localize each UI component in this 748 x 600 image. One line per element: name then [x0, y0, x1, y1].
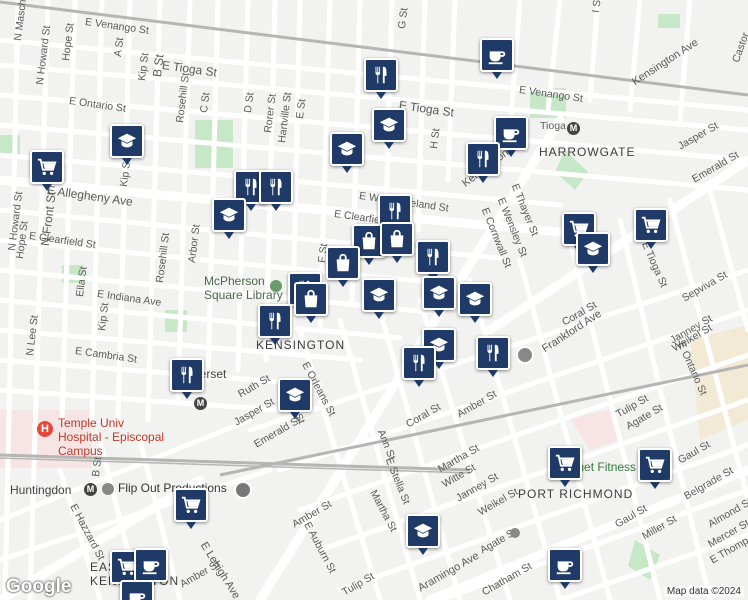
street-label: C St: [198, 91, 213, 114]
school-marker[interactable]: [278, 378, 312, 419]
cafe-marker[interactable]: [548, 548, 582, 589]
cafe-icon: [126, 586, 148, 600]
school-icon: [218, 204, 240, 226]
shopping-bag-marker[interactable]: [294, 282, 328, 323]
restaurant-marker[interactable]: [416, 240, 450, 281]
school-icon: [336, 138, 358, 160]
shopping-bag-icon: [358, 230, 380, 252]
school-icon: [378, 114, 400, 136]
restaurant-marker[interactable]: [258, 304, 292, 345]
park-area: [165, 310, 187, 332]
restaurant-marker[interactable]: [402, 346, 436, 387]
restaurant-icon: [176, 364, 198, 386]
shopping-bag-icon: [332, 252, 354, 274]
grocery-cart-marker[interactable]: [174, 488, 208, 529]
school-marker[interactable]: [576, 232, 610, 273]
restaurant-icon: [422, 246, 444, 268]
school-marker[interactable]: [110, 124, 144, 165]
grocery-cart-marker[interactable]: [548, 446, 582, 487]
grocery-cart-icon: [36, 156, 58, 178]
map-attribution: Map data ©2024: [663, 586, 744, 597]
library-icon[interactable]: [270, 280, 282, 292]
street-label: D St: [242, 91, 257, 114]
hospital-label[interactable]: Temple Univ Hospital - Episcopal Campus: [58, 416, 170, 458]
restaurant-marker[interactable]: [466, 142, 500, 183]
school-icon: [464, 288, 486, 310]
school-marker[interactable]: [406, 514, 440, 555]
place-icon[interactable]: [516, 346, 534, 364]
shopping-bag-marker[interactable]: [380, 222, 414, 263]
school-marker[interactable]: [422, 276, 456, 317]
street-label: E St: [294, 98, 309, 120]
cafe-icon: [554, 554, 576, 576]
cafe-marker[interactable]: [134, 548, 168, 589]
neighborhood-label: HARROWGATE: [539, 145, 636, 159]
shopping-bag-icon: [386, 228, 408, 250]
cafe-marker[interactable]: [120, 580, 154, 600]
street-label: I St: [590, 0, 604, 14]
school-icon: [428, 282, 450, 304]
school-icon: [368, 284, 390, 306]
grocery-cart-marker[interactable]: [30, 150, 64, 191]
restaurant-icon: [370, 64, 392, 86]
restaurant-icon: [265, 176, 287, 198]
street-label: A St: [112, 36, 127, 58]
school-marker[interactable]: [362, 278, 396, 319]
shopping-bag-icon: [300, 288, 322, 310]
school-icon: [284, 384, 306, 406]
grocery-cart-icon: [180, 494, 202, 516]
cafe-marker[interactable]: [480, 38, 514, 79]
school-icon: [116, 130, 138, 152]
school-marker[interactable]: [330, 132, 364, 173]
map-canvas[interactable]: E Venango St E Venango St E Tioga St E T…: [0, 0, 748, 600]
subway-station-icon[interactable]: M: [567, 122, 580, 135]
street-label: Tioga: [540, 120, 566, 132]
grocery-cart-icon: [554, 452, 576, 474]
restaurant-marker[interactable]: [476, 336, 510, 377]
school-marker[interactable]: [372, 108, 406, 149]
cafe-icon: [140, 554, 162, 576]
park-area: [658, 14, 680, 28]
restaurant-icon: [408, 352, 430, 374]
street-label: B St: [90, 456, 105, 478]
street-label: G St: [396, 7, 411, 30]
cafe-icon: [500, 122, 522, 144]
grocery-cart-marker[interactable]: [634, 208, 668, 249]
hospital-icon[interactable]: H: [37, 421, 53, 437]
cafe-icon: [486, 44, 508, 66]
neighborhood-label: PORT RICHMOND: [518, 487, 634, 501]
subway-station-icon[interactable]: M: [84, 483, 97, 496]
grocery-cart-marker[interactable]: [638, 448, 672, 489]
restaurant-icon: [264, 310, 286, 332]
restaurant-icon: [482, 342, 504, 364]
school-marker[interactable]: [212, 198, 246, 239]
shopping-bag-marker[interactable]: [326, 246, 360, 287]
google-logo: Google: [6, 576, 72, 597]
school-icon: [582, 238, 604, 260]
street-label: B St: [150, 53, 167, 78]
school-marker[interactable]: [458, 282, 492, 323]
street-label: H St: [428, 127, 443, 150]
station-label: Huntingdon: [10, 483, 72, 497]
restaurant-marker[interactable]: [364, 58, 398, 99]
place-icon[interactable]: [510, 528, 520, 538]
poi-label[interactable]: Flip Out Productions: [118, 481, 227, 495]
restaurant-marker[interactable]: [259, 170, 293, 211]
place-icon[interactable]: [102, 483, 114, 495]
grocery-cart-icon: [644, 454, 666, 476]
subway-station-icon[interactable]: M: [194, 397, 207, 410]
restaurant-marker[interactable]: [170, 358, 204, 399]
restaurant-icon: [384, 200, 406, 222]
school-icon: [412, 520, 434, 542]
place-icon[interactable]: [234, 481, 252, 499]
restaurant-icon: [472, 148, 494, 170]
grocery-cart-icon: [640, 214, 662, 236]
